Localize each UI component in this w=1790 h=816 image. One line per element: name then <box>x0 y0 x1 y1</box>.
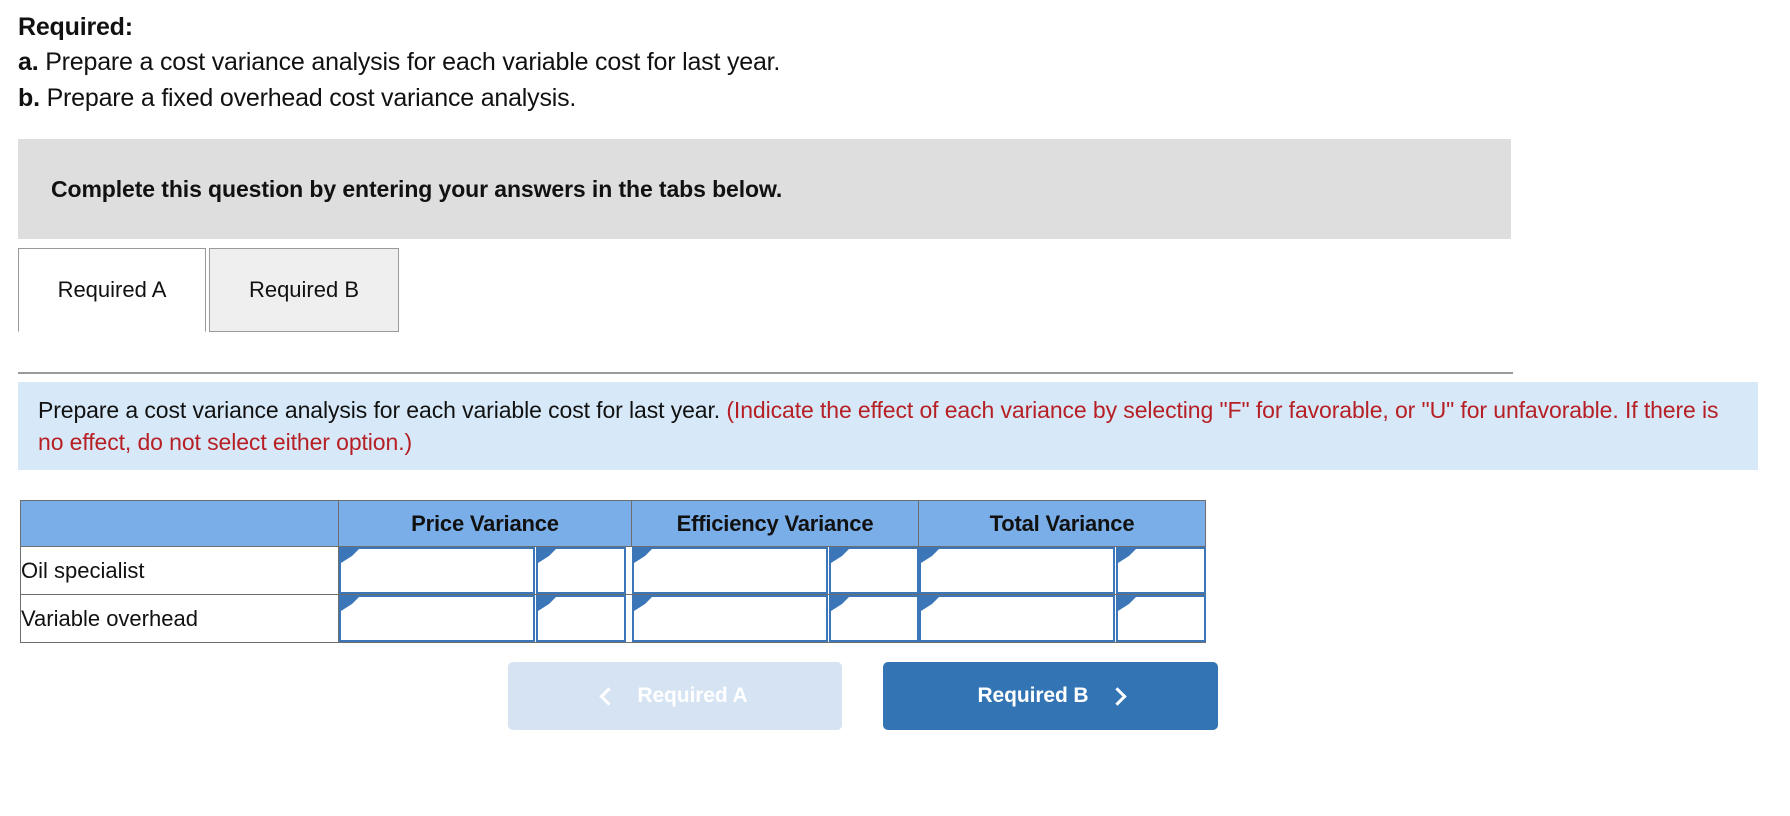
flag-icon <box>920 549 939 563</box>
column-header-total-variance: Total Variance <box>918 500 1206 547</box>
flag-icon <box>538 549 556 563</box>
next-required-b-label: Required B <box>977 684 1089 707</box>
required-block: Required: a. Prepare a cost variance ana… <box>0 0 1790 116</box>
efficiency-variance-amount-input-variable-overhead[interactable] <box>631 595 828 642</box>
required-item-a-label: a. <box>18 48 39 76</box>
flag-icon <box>1117 549 1136 563</box>
tab-required-a[interactable]: Required A <box>18 248 206 332</box>
row-label-oil-specialist: Oil specialist <box>20 546 339 595</box>
flag-icon <box>830 549 849 563</box>
row-label-variable-overhead: Variable overhead <box>20 594 339 643</box>
navigation-buttons: Required A Required B <box>508 662 1218 730</box>
variance-table-container: Price Variance Efficiency Variance Total… <box>20 500 1206 643</box>
flag-icon <box>1117 597 1136 611</box>
tab-required-a-label: Required A <box>57 277 167 302</box>
tab-bar: Required A Required B <box>18 248 1790 332</box>
flag-icon <box>538 597 556 611</box>
total-variance-cell-oil-specialist <box>918 546 1206 595</box>
variance-table: Price Variance Efficiency Variance Total… <box>20 500 1206 643</box>
chevron-right-icon <box>1107 686 1127 706</box>
flag-icon <box>341 549 359 563</box>
column-header-efficiency-variance: Efficiency Variance <box>631 500 919 547</box>
previous-required-a-button[interactable]: Required A <box>508 662 842 730</box>
table-header-row: Price Variance Efficiency Variance Total… <box>20 500 1206 547</box>
price-variance-cell-oil-specialist <box>338 546 632 595</box>
column-header-price-variance: Price Variance <box>338 500 632 547</box>
table-row: Oil specialist <box>20 546 1206 595</box>
price-variance-effect-select-oil-specialist[interactable] <box>536 547 626 594</box>
tab-bar-divider <box>18 372 1513 374</box>
required-item-b-label: b. <box>18 84 40 112</box>
required-item-a: a. Prepare a cost variance analysis for … <box>18 44 1790 80</box>
complete-question-text: Complete this question by entering your … <box>51 175 783 202</box>
price-variance-effect-select-variable-overhead[interactable] <box>536 595 626 642</box>
next-required-b-button[interactable]: Required B <box>883 662 1218 730</box>
chevron-left-icon <box>599 686 619 706</box>
efficiency-variance-cell-variable-overhead <box>631 594 919 643</box>
column-header-blank <box>20 500 339 547</box>
required-item-a-text: Prepare a cost variance analysis for eac… <box>45 48 781 76</box>
required-item-b-text: Prepare a fixed overhead cost variance a… <box>46 84 577 112</box>
flag-icon <box>830 597 849 611</box>
efficiency-variance-amount-input-oil-specialist[interactable] <box>631 547 828 594</box>
total-variance-amount-input-oil-specialist[interactable] <box>918 547 1115 594</box>
required-heading: Required: <box>18 13 133 41</box>
efficiency-variance-effect-select-oil-specialist[interactable] <box>828 547 919 594</box>
total-variance-cell-variable-overhead <box>918 594 1206 643</box>
table-row: Variable overhead <box>20 594 1206 643</box>
efficiency-variance-cell-oil-specialist <box>631 546 919 595</box>
instruction-black-text: Prepare a cost variance analysis for eac… <box>38 397 721 423</box>
flag-icon <box>633 597 652 611</box>
flag-icon <box>341 597 359 611</box>
previous-required-a-label: Required A <box>637 684 748 707</box>
total-variance-amount-input-variable-overhead[interactable] <box>918 595 1115 642</box>
flag-icon <box>633 549 652 563</box>
price-variance-amount-input-oil-specialist[interactable] <box>339 547 535 594</box>
flag-icon <box>920 597 939 611</box>
variance-table-head: Price Variance Efficiency Variance Total… <box>20 500 1206 547</box>
price-variance-amount-input-variable-overhead[interactable] <box>339 595 535 642</box>
question-page: Required: a. Prepare a cost variance ana… <box>0 0 1790 816</box>
complete-question-banner: Complete this question by entering your … <box>18 139 1511 239</box>
required-item-b: b. Prepare a fixed overhead cost varianc… <box>18 80 1790 116</box>
tab-required-b[interactable]: Required B <box>209 248 399 332</box>
variance-table-body: Oil specialist Variable overhead <box>20 546 1206 643</box>
total-variance-effect-select-oil-specialist[interactable] <box>1115 547 1206 594</box>
efficiency-variance-effect-select-variable-overhead[interactable] <box>828 595 919 642</box>
price-variance-cell-variable-overhead <box>338 594 632 643</box>
instruction-panel: Prepare a cost variance analysis for eac… <box>18 382 1758 470</box>
tab-required-b-label: Required B <box>248 277 360 302</box>
total-variance-effect-select-variable-overhead[interactable] <box>1115 595 1206 642</box>
